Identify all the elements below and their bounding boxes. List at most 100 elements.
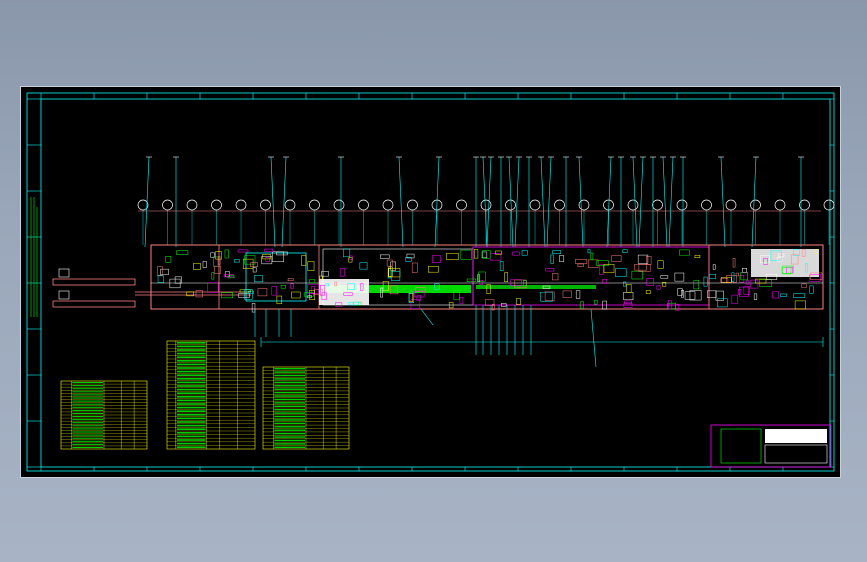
equipment-item <box>793 293 806 298</box>
table-cell-fill <box>274 432 305 435</box>
table-cell-fill <box>176 360 206 362</box>
equipment-item <box>460 249 472 260</box>
table-cell-fill <box>176 349 206 351</box>
axis-bubble <box>823 199 835 211</box>
equipment-item <box>510 279 522 286</box>
leader-line <box>638 156 644 248</box>
bottom-leader <box>590 308 597 368</box>
axis-bubble <box>235 199 247 211</box>
table-cell-fill <box>176 435 206 438</box>
table-cell-fill <box>72 385 103 387</box>
equipment-item <box>359 262 368 270</box>
equipment-item <box>593 300 598 305</box>
leader-line <box>546 156 552 248</box>
equipment-item <box>512 251 520 256</box>
table-cell-fill <box>72 431 103 433</box>
equipment-item <box>210 252 215 258</box>
equipment-item <box>202 261 207 268</box>
equipment-item <box>611 255 622 262</box>
equipment-item <box>271 286 277 296</box>
table-cell-fill <box>72 443 103 445</box>
table-cell-fill <box>176 388 206 391</box>
equipment-item <box>738 289 742 295</box>
table-cell-fill <box>274 388 305 390</box>
equipment-item <box>160 268 169 275</box>
table-cell-fill <box>274 385 305 387</box>
equipment-item <box>717 298 728 308</box>
equipment-item <box>432 255 441 263</box>
title-block <box>710 424 832 468</box>
equipment-item <box>809 285 814 294</box>
table-cell-fill <box>274 422 305 425</box>
table-cell-fill <box>176 414 206 416</box>
equipment-item <box>559 255 565 262</box>
equipment-item <box>646 278 655 286</box>
axis-bubble <box>578 199 590 211</box>
equipment-item <box>211 272 215 280</box>
equipment-blocks <box>58 248 823 313</box>
table-cell-fill <box>176 356 206 358</box>
table-cell-fill <box>274 395 305 397</box>
table-cell-fill <box>274 415 305 418</box>
equipment-item <box>165 256 172 263</box>
axis-bubble <box>725 199 737 211</box>
equipment-item <box>626 284 632 293</box>
table-cell-fill <box>176 381 206 384</box>
leader-line <box>398 156 404 248</box>
table-cell-fill <box>176 428 206 430</box>
table-cell-fill <box>72 412 103 414</box>
schedule-table <box>60 380 148 450</box>
equipment-item <box>703 276 708 287</box>
equipment-item <box>380 254 390 259</box>
equipment-item <box>753 293 758 300</box>
table-cell-fill <box>176 345 206 348</box>
equipment-item <box>237 249 249 253</box>
equipment-item <box>801 283 807 289</box>
equipment-item <box>473 249 479 259</box>
equipment-item <box>309 290 315 300</box>
equipment-item <box>577 263 584 267</box>
equipment-item <box>622 249 628 253</box>
table-cell-fill <box>72 406 103 408</box>
equipment-item <box>214 265 221 274</box>
axis-bubble <box>260 199 271 211</box>
leader-line <box>514 156 520 248</box>
equipment-item <box>772 291 779 299</box>
table-cell-fill <box>72 437 103 439</box>
axis-bubble <box>382 199 394 211</box>
equipment-item <box>176 250 189 255</box>
table-cell-fill <box>274 398 305 401</box>
table-cell-fill <box>274 381 305 384</box>
axis-bubble <box>186 199 198 211</box>
equipment-item <box>599 264 604 275</box>
equipment-item <box>660 275 669 279</box>
frame-grid-ticks <box>27 93 834 471</box>
table-cell-fill <box>274 426 305 428</box>
table-cell-fill <box>72 382 103 384</box>
equipment-item <box>732 258 736 268</box>
table-cell-fill <box>274 412 305 414</box>
equipment-item <box>656 285 661 290</box>
equipment-item <box>623 281 627 287</box>
equipment-item <box>562 290 572 298</box>
equipment-item <box>264 248 274 252</box>
equipment-item <box>735 272 739 277</box>
equipment-item <box>552 250 561 254</box>
equipment-item <box>195 290 203 298</box>
cad-viewport[interactable] <box>20 86 841 478</box>
leader-line <box>144 156 150 248</box>
axis-bubble <box>407 199 418 211</box>
table-cell-fill <box>72 446 103 448</box>
table-cell-fill <box>176 352 206 355</box>
equipment-item <box>720 278 729 283</box>
equipment-item <box>657 260 664 269</box>
equipment-item <box>410 299 421 309</box>
equipment-item <box>257 288 268 297</box>
equipment-item <box>215 251 222 260</box>
outer-frame <box>26 92 835 472</box>
axis-bubble <box>554 199 565 211</box>
equipment-item <box>319 275 323 280</box>
table-cell-fill <box>274 409 305 411</box>
table-cell-fill <box>72 403 103 405</box>
equipment-item <box>252 267 257 273</box>
